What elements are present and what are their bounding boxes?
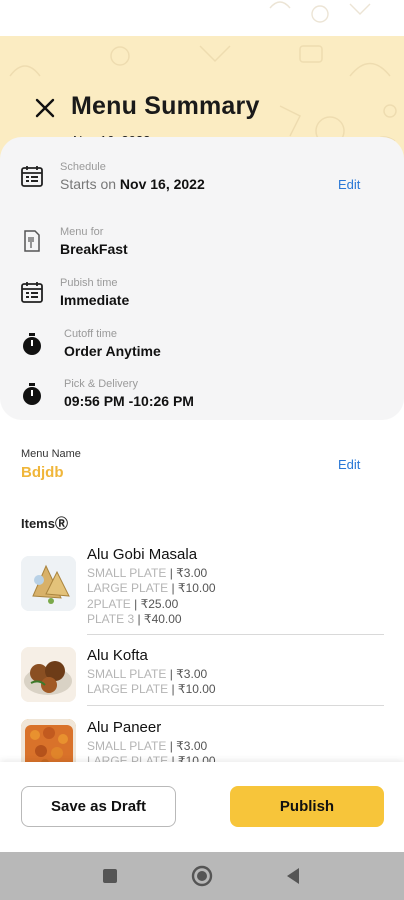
item-price: SMALL PLATE | ₹3.00 xyxy=(87,667,208,681)
menu-name-value: Bdjdb xyxy=(21,464,64,481)
divider xyxy=(87,705,384,706)
menu-details-card: Schedule Starts on Nov 16, 2022 Edit Men… xyxy=(0,137,404,420)
schedule-date: Nov 16, 2022 xyxy=(119,176,205,192)
stopwatch-icon xyxy=(23,383,41,405)
item-name: Alu Gobi Masala xyxy=(87,546,198,563)
food-pattern-decoration xyxy=(269,1,371,23)
back-triangle-icon[interactable] xyxy=(281,864,305,888)
items-heading: ItemsⓇ xyxy=(21,516,68,531)
item-price: SMALL PLATE | ₹3.00 xyxy=(87,739,208,753)
menu-for-label: Menu for xyxy=(60,226,104,238)
pick-delivery-value: 09:56 PM -10:26 PM xyxy=(64,393,194,409)
action-bar: Save as Draft Publish xyxy=(0,762,404,852)
menu-name-label: Menu Name xyxy=(21,448,81,460)
schedule-label: Schedule xyxy=(60,161,106,173)
item-price: 2PLATE | ₹25.00 xyxy=(87,597,179,611)
item-price: PLATE 3 | ₹40.00 xyxy=(87,612,182,626)
item-name: Alu Kofta xyxy=(87,647,148,664)
item-image xyxy=(21,647,76,702)
edit-menu-name-button[interactable]: Edit xyxy=(338,457,360,472)
save-as-draft-button[interactable]: Save as Draft xyxy=(21,786,176,827)
schedule-value: Starts on Nov 16, 2022 xyxy=(60,176,205,192)
page-title: Menu Summary xyxy=(71,92,260,120)
publish-time-label: Pubish time xyxy=(60,277,118,289)
recents-square-icon[interactable] xyxy=(98,864,122,888)
publish-time-value: Immediate xyxy=(60,292,130,308)
status-bar xyxy=(0,0,404,36)
divider xyxy=(87,634,384,635)
item-image xyxy=(21,556,76,611)
item-name: Alu Paneer xyxy=(87,719,162,736)
cutoff-time-value: Order Anytime xyxy=(64,343,161,359)
schedule-prefix: Starts on xyxy=(60,176,117,192)
item-price: LARGE PLATE | ₹10.00 xyxy=(87,581,216,595)
cutoff-time-label: Cutoff time xyxy=(64,328,117,340)
menu-for-value: BreakFast xyxy=(60,241,128,257)
item-price: SMALL PLATE | ₹3.00 xyxy=(87,566,208,580)
edit-schedule-button[interactable]: Edit xyxy=(338,177,360,192)
home-circle-icon[interactable] xyxy=(190,864,214,888)
pick-delivery-label: Pick & Delivery xyxy=(64,378,138,390)
menu-doc-icon xyxy=(24,230,40,252)
publish-button[interactable]: Publish xyxy=(230,786,384,827)
close-icon[interactable] xyxy=(32,95,58,121)
calendar-icon xyxy=(21,166,43,187)
system-nav-bar xyxy=(0,852,404,900)
stopwatch-icon xyxy=(23,333,41,355)
item-price: LARGE PLATE | ₹10.00 xyxy=(87,682,216,696)
calendar-icon xyxy=(21,282,43,303)
